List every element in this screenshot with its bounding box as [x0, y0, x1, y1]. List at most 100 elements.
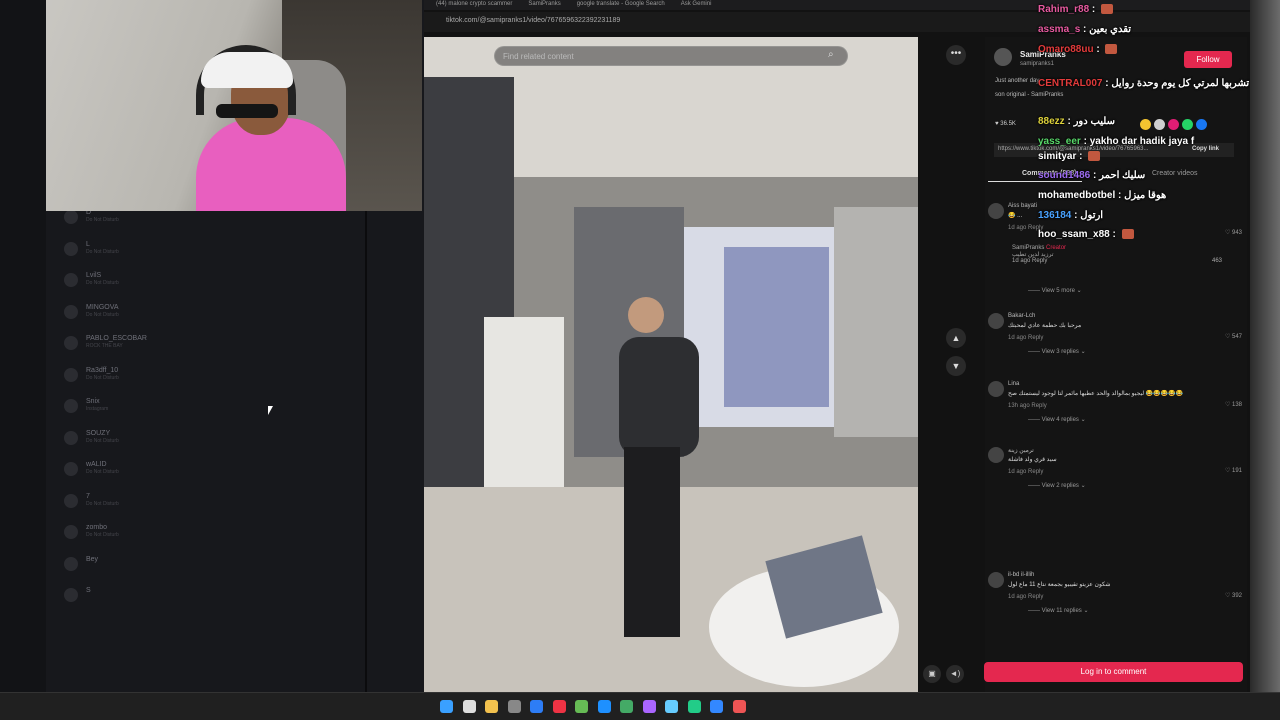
view-replies-button[interactable]: —— View 3 replies ⌄: [1028, 348, 1086, 355]
member-item[interactable]: Snix Instagram: [60, 395, 360, 427]
likes-count[interactable]: ♥ 36.5K: [995, 121, 1016, 127]
taskbar-app-icon[interactable]: [552, 700, 566, 713]
member-item[interactable]: Bey: [60, 553, 360, 585]
search-icon[interactable]: ⌕: [828, 49, 834, 60]
next-video-button[interactable]: ▼: [946, 356, 966, 376]
member-avatar: [64, 367, 78, 382]
member-avatar: [64, 210, 78, 224]
member-name: zombo: [86, 524, 108, 531]
comment-likes[interactable]: ♡ 392: [1225, 592, 1242, 599]
chat-message: yass_eer : yakho dar hadik jaya f: [1038, 136, 1194, 147]
commenter-name[interactable]: Lina: [1008, 381, 1019, 387]
previous-video-button[interactable]: ▲: [946, 328, 966, 348]
chat-message: sound1486 : سليك احمر: [1038, 170, 1145, 181]
creator-reply-likes[interactable]: 463: [1212, 258, 1222, 264]
taskbar-app-icon[interactable]: [710, 700, 723, 713]
login-to-comment-button[interactable]: Log in to comment: [984, 662, 1243, 682]
likes-value: 36.5K: [1000, 121, 1016, 127]
member-name: PABLO_ESCOBAR: [86, 335, 147, 342]
video-player[interactable]: [424, 37, 918, 692]
pip-icon[interactable]: ▣: [923, 665, 941, 683]
member-item[interactable]: SOUZY Do Not Disturb: [60, 427, 360, 459]
chat-emote: [1105, 44, 1118, 55]
member-avatar: [64, 304, 78, 319]
taskbar-app-icon[interactable]: [485, 700, 498, 713]
taskbar-app-icon[interactable]: [620, 700, 633, 713]
taskbar-app-icon[interactable]: [507, 700, 521, 713]
chat-username: 136184: [1038, 210, 1072, 221]
member-item[interactable]: zombo Do Not Disturb: [60, 521, 360, 553]
commenter-name[interactable]: Bakar-Lch: [1008, 313, 1035, 319]
view-replies-button[interactable]: —— View 4 replies ⌄: [1028, 416, 1086, 423]
creator-avatar[interactable]: [994, 48, 1012, 66]
member-item[interactable]: Ra3dff_10 Do Not Disturb: [60, 364, 360, 396]
commenter-avatar[interactable]: [988, 203, 1004, 219]
related-search-input[interactable]: Find related content: [494, 46, 848, 66]
browser-tab[interactable]: Ask Gemini: [675, 0, 718, 10]
chat-username: mohamedbotbel: [1038, 190, 1116, 201]
chat-text: : سليب دور: [1064, 116, 1115, 127]
chat-username: simityar: [1038, 151, 1077, 162]
view-replies-button[interactable]: —— View 5 more ⌄: [1028, 287, 1082, 294]
taskbar-app-icon[interactable]: [440, 700, 453, 713]
member-item[interactable]: PABLO_ESCOBAR ROCK THE BAY: [60, 332, 360, 364]
member-name: Ra3dff_10: [86, 366, 119, 374]
commenter-name[interactable]: Aiss bayati: [1008, 203, 1037, 209]
taskbar-app-icon[interactable]: [530, 700, 543, 713]
commenter-avatar[interactable]: [988, 447, 1004, 463]
video-description: Just another day: [995, 78, 1040, 84]
chat-text: : تقدي بعين: [1080, 24, 1132, 35]
comment-likes[interactable]: ♡ 138: [1225, 401, 1242, 408]
comment-text: ليجيو بمالوالد والحد عطيها مائمر لتا لوج…: [1008, 391, 1184, 397]
chat-message: hoo_ssam_x88 :: [1038, 229, 1134, 240]
taskbar-app-icon[interactable]: [732, 700, 746, 713]
member-item[interactable]: S: [60, 584, 360, 616]
comment-likes[interactable]: ♡ 191: [1225, 467, 1242, 474]
commenter-avatar[interactable]: [988, 572, 1004, 588]
taskbar-app-icon[interactable]: [665, 700, 678, 713]
browser-tab[interactable]: (44) malone crypto scammer: [430, 0, 518, 10]
comment-meta: 1d ago Reply: [1008, 594, 1044, 600]
taskbar-app-icon[interactable]: [687, 700, 701, 713]
member-item[interactable]: L Do Not Disturb: [60, 238, 360, 270]
reply-link[interactable]: Reply: [1032, 258, 1047, 264]
stream-chat-overlay: Rahim_r88 : assma_s : تقدي بعين Omaro88uu…: [1038, 0, 1250, 250]
chat-username: yass_eer: [1038, 136, 1081, 147]
member-item[interactable]: MINGOVA Do Not Disturb: [60, 301, 360, 333]
chat-emote: [1088, 151, 1101, 162]
chat-emote: [1121, 229, 1134, 240]
commenter-name[interactable]: il-bd il-illih: [1008, 572, 1034, 578]
chat-message: mohamedbotbel : هوقا ميزل: [1038, 190, 1166, 201]
chat-text: :: [1076, 151, 1086, 162]
taskbar-app-icon[interactable]: [597, 700, 611, 713]
member-avatar: [64, 430, 78, 445]
commenter-name[interactable]: ترمين زينة: [1008, 447, 1034, 454]
commenter-avatar[interactable]: [988, 381, 1004, 397]
taskbar-app-icon[interactable]: [575, 700, 588, 713]
member-item[interactable]: wALID Do Not Disturb: [60, 458, 360, 490]
chat-text: : ارتول: [1071, 210, 1104, 221]
view-replies-button[interactable]: —— View 2 replies ⌄: [1028, 482, 1086, 489]
member-item[interactable]: 7 Do Not Disturb: [60, 490, 360, 522]
member-status: Do Not Disturb: [86, 500, 119, 507]
member-avatar: [64, 399, 78, 413]
chat-text: :: [1089, 4, 1099, 15]
browser-tab[interactable]: google translate - Google Search: [571, 0, 671, 10]
comment-likes[interactable]: ♡ 547: [1225, 333, 1242, 340]
view-replies-button[interactable]: —— View 11 replies ⌄: [1028, 607, 1089, 614]
member-name: Bey: [86, 555, 99, 563]
browser-tab[interactable]: SamiPranks: [522, 0, 566, 10]
member-name: MINGOVA: [86, 303, 119, 311]
taskbar: [0, 692, 1280, 720]
chat-username: sound1486: [1038, 170, 1091, 181]
volume-icon[interactable]: ◄): [946, 665, 964, 683]
comment-text: مرحبا بك حطمة عادي لمحبتك: [1008, 323, 1082, 329]
member-avatar: [64, 336, 78, 350]
chat-message: Omaro88uu :: [1038, 44, 1118, 55]
taskbar-app-icon[interactable]: [462, 700, 476, 713]
more-options-icon[interactable]: •••: [946, 45, 966, 65]
member-item[interactable]: LvilS Do Not Disturb: [60, 269, 360, 301]
member-avatar: [64, 462, 78, 476]
commenter-avatar[interactable]: [988, 313, 1004, 329]
taskbar-app-icon[interactable]: [642, 700, 656, 713]
